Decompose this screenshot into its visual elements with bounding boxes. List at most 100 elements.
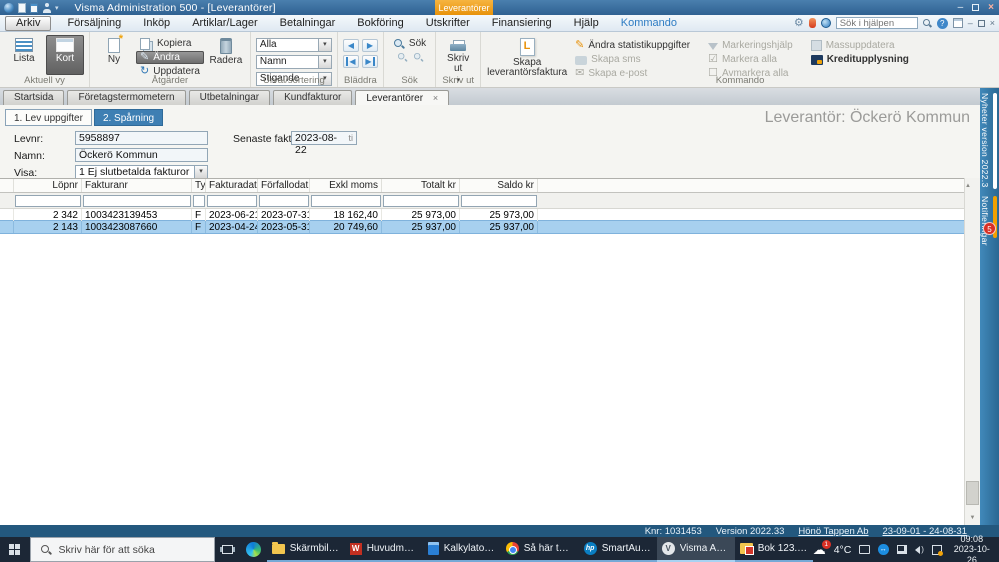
status-company-link[interactable]: Hönö Tappen Ab — [798, 526, 868, 537]
mdi-restore-button[interactable] — [977, 19, 985, 27]
header-totalt-kr[interactable]: Totalt kr — [382, 179, 460, 192]
header-exkl-moms[interactable]: Exkl moms — [310, 179, 382, 192]
filter-exkl-moms-input[interactable] — [311, 194, 381, 207]
subtab-lev-uppgifter[interactable]: 1. Lev uppgifter — [5, 109, 92, 126]
sidebar-notifications-tab[interactable]: Notifieringar — [980, 196, 990, 246]
help-icon[interactable]: ? — [936, 17, 948, 29]
tab-utbetalningar[interactable]: Utbetalningar — [188, 90, 271, 105]
taskbar-search[interactable]: Skriv här för att söka — [29, 537, 215, 562]
markera-alla-button[interactable]: ☑ Markera alla — [704, 53, 797, 66]
menu-hjalp[interactable]: Hjälp — [563, 17, 610, 29]
filter-typ-input[interactable] — [193, 194, 205, 207]
menu-artiklar-lager[interactable]: Artiklar/Lager — [181, 17, 268, 29]
tab-startsida[interactable]: Startsida — [3, 90, 65, 105]
skapa-leverantorsfaktura-button[interactable]: L Skapa leverantörsfaktura — [486, 35, 568, 79]
filter-saldo-input[interactable] — [461, 194, 537, 207]
quick-doc-icon[interactable] — [18, 2, 26, 13]
temperature-label[interactable]: 4°C — [834, 544, 852, 556]
menu-arkiv[interactable]: Arkiv — [5, 15, 52, 31]
help-search-input[interactable] — [835, 17, 918, 29]
scrollbar-thumb[interactable] — [966, 481, 979, 505]
tab-close-icon[interactable]: × — [433, 93, 438, 103]
previous-record-button[interactable]: ◀ — [342, 39, 359, 52]
header-typ[interactable]: Typ — [192, 179, 206, 192]
globe-icon[interactable] — [820, 18, 831, 28]
menu-inkop[interactable]: Inköp — [132, 17, 181, 29]
header-saldo-kr[interactable]: Saldo kr — [460, 179, 538, 192]
tab-kundfakturor[interactable]: Kundfakturor — [273, 90, 353, 105]
close-button[interactable]: × — [988, 2, 994, 13]
massuppdatera-button[interactable]: Massuppdatera — [807, 39, 913, 52]
markeringshjalp-button[interactable]: Markeringshjälp — [704, 39, 797, 52]
menu-forsaljning[interactable]: Försäljning — [56, 17, 132, 29]
start-button[interactable] — [0, 537, 30, 562]
edge-button[interactable] — [240, 537, 267, 562]
mdi-minimize-button[interactable]: – — [968, 18, 973, 28]
first-record-button[interactable]: ◀ — [342, 55, 359, 68]
taskbar-app-visma[interactable]: V Visma Admi... — [656, 537, 735, 562]
contextual-tab-leverantorer[interactable]: Leverantörer — [435, 0, 493, 15]
tab-foretagstermometern[interactable]: Företagstermometern — [67, 90, 186, 105]
sidebar-news-tab[interactable]: Nyheter version 2022.3 — [980, 93, 990, 187]
taskbar-app-bok-pdf[interactable]: Bok 123.Pdf ... — [734, 537, 813, 562]
header-fakturadat[interactable]: Fakturadat — [206, 179, 258, 192]
app-icon[interactable] — [4, 2, 14, 13]
lista-button[interactable]: Lista — [5, 35, 43, 75]
sortering-falt-select[interactable]: Namn ▾ — [255, 55, 332, 69]
levnr-field[interactable]: 5958897 — [75, 131, 208, 145]
next-record-button[interactable]: ▶ — [361, 39, 378, 52]
header-fakturanr[interactable]: Fakturanr — [82, 179, 192, 192]
subtab-sparning[interactable]: 2. Spårning — [93, 109, 164, 126]
user-icon[interactable] — [42, 2, 51, 13]
menu-bokforing[interactable]: Bokföring — [346, 17, 414, 29]
taskbar-app-kalkylatorn[interactable]: Kalkylatorn ... — [422, 537, 501, 562]
skapa-sms-button[interactable]: Skapa sms — [571, 53, 694, 66]
andra-statistikuppgifter-button[interactable]: ✎ Ändra statistikuppgifter — [571, 39, 694, 52]
minimize-button[interactable]: – — [958, 2, 964, 13]
menu-finansiering[interactable]: Finansiering — [481, 17, 563, 29]
sortering-falt-dropdown-icon[interactable]: ▾ — [317, 56, 331, 68]
radera-button[interactable]: Radera — [207, 35, 245, 75]
weather-cloud-icon[interactable]: ☁ 1 — [813, 540, 831, 556]
table-vertical-scrollbar[interactable]: ▲ ▼ — [964, 178, 980, 525]
namn-field[interactable]: Öckerö Kommun — [75, 148, 208, 162]
filter-lopnr-input[interactable] — [15, 194, 81, 207]
maximize-button[interactable] — [972, 4, 980, 11]
task-view-button[interactable] — [215, 537, 241, 562]
zoom-out-icon[interactable] — [413, 52, 423, 62]
table-row-selected[interactable]: 2 143 1003423087660 F 2023-04-24 2023-05… — [0, 221, 980, 233]
zoom-in-icon[interactable] — [397, 52, 407, 62]
visa-select[interactable]: 1 Ej slutbetalda fakturor ▾ — [75, 165, 208, 179]
help-search-icon[interactable] — [922, 18, 932, 28]
filter-fakturadat-input[interactable] — [207, 194, 257, 207]
volume-tray-icon[interactable]: ) — [915, 545, 924, 554]
kreditupplysning-button[interactable]: Kreditupplysning — [807, 53, 913, 66]
menu-betalningar[interactable]: Betalningar — [269, 17, 347, 29]
filter-fakturanr-input[interactable] — [83, 194, 191, 207]
settings-gear-icon[interactable]: ⚙ — [794, 17, 804, 29]
kort-button[interactable]: Kort — [46, 35, 84, 75]
mdi-close-button[interactable]: × — [990, 18, 995, 28]
taskbar-app-smartaudio[interactable]: hp SmartAudio — [578, 537, 657, 562]
visa-dropdown-icon[interactable]: ▾ — [194, 166, 207, 178]
network-tray-icon[interactable] — [896, 545, 908, 554]
sok-button[interactable]: Sök — [389, 37, 430, 50]
urval-dropdown-icon[interactable]: ▾ — [317, 39, 331, 51]
action-center-icon[interactable] — [931, 544, 943, 556]
taskbar-app-huvudmeny[interactable]: W Huvudmeny — [344, 537, 423, 562]
kopiera-button[interactable]: Kopiera — [136, 37, 204, 50]
filter-totalt-input[interactable] — [383, 194, 459, 207]
ny-button[interactable]: * Ny — [95, 34, 133, 75]
menu-utskrifter[interactable]: Utskrifter — [415, 17, 481, 29]
tab-leverantorer[interactable]: Leverantörer × — [355, 90, 450, 105]
scroll-down-icon[interactable]: ▼ — [965, 511, 980, 525]
header-lopnr[interactable]: Löpnr — [14, 179, 82, 192]
andra-button[interactable]: ✎ Ändra — [136, 51, 204, 64]
senaste-faktura-field[interactable]: 2023-08-22 ti — [291, 131, 357, 156]
status-indicator-icon[interactable] — [808, 18, 816, 28]
quick-doc2-icon[interactable] — [30, 2, 38, 13]
urval-select[interactable]: Alla ▾ — [255, 38, 332, 52]
taskbar-app-skarmbilder[interactable]: Skärmbilder — [266, 537, 345, 562]
teamviewer-tray-icon[interactable]: ↔ — [878, 544, 889, 555]
taskbar-app-sa-har-tar-du[interactable]: Så här tar du ... — [500, 537, 579, 562]
